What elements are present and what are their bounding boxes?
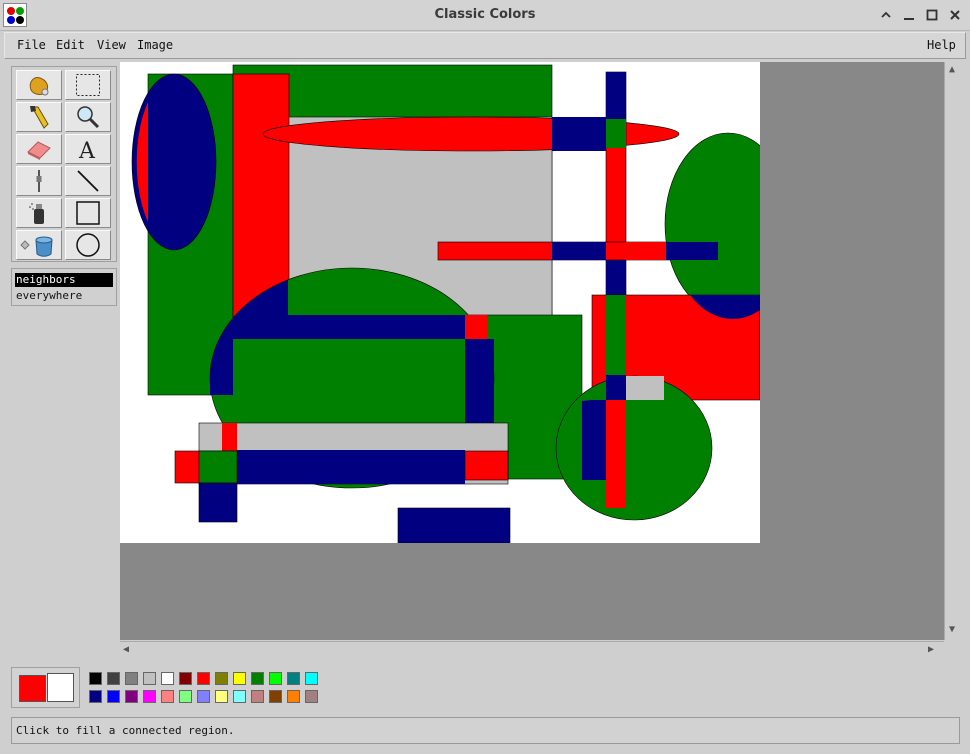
tool-box: A	[11, 66, 117, 262]
menu-file[interactable]: File	[17, 38, 46, 52]
palette-color-swatch[interactable]	[305, 690, 318, 703]
line-tool[interactable]	[65, 166, 111, 196]
svg-text:A: A	[78, 139, 96, 162]
select-rectangle-tool[interactable]	[65, 70, 111, 100]
vertical-scrollbar[interactable]: ▲ ▼	[944, 62, 962, 640]
status-bar: Click to fill a connected region.	[11, 717, 960, 744]
palette-color-swatch[interactable]	[233, 690, 246, 703]
palette-color-swatch[interactable]	[287, 690, 300, 703]
fill-bucket-tool[interactable]	[16, 230, 62, 260]
palette-color-swatch[interactable]	[179, 690, 192, 703]
menu-image[interactable]: Image	[137, 38, 173, 52]
palette-color-swatch[interactable]	[125, 690, 138, 703]
pencil-icon	[36, 170, 42, 192]
paint-window: Classic Colors File Edit View Image Help	[0, 0, 970, 754]
ellipse-tool[interactable]	[65, 230, 111, 260]
eraser-icon	[27, 141, 51, 160]
current-colors	[11, 667, 80, 708]
palette-color-swatch[interactable]	[107, 672, 120, 685]
menu-edit[interactable]: Edit	[56, 38, 85, 52]
shade-button[interactable]	[877, 6, 895, 24]
status-text: Click to fill a connected region.	[16, 724, 235, 737]
drawing-artwork	[131, 64, 792, 544]
drawing-canvas[interactable]	[120, 62, 792, 544]
palette-color-swatch[interactable]	[269, 690, 282, 703]
scroll-up-icon[interactable]: ▲	[949, 64, 955, 76]
minimize-button[interactable]	[900, 6, 918, 24]
palette-color-swatch[interactable]	[251, 690, 264, 703]
menu-bar: File Edit View Image Help	[4, 32, 966, 59]
palette-color-swatch[interactable]	[287, 672, 300, 685]
palette-color-swatch[interactable]	[143, 690, 156, 703]
palette-color-swatch[interactable]	[143, 672, 156, 685]
free-form-select-icon	[29, 77, 49, 96]
fill-mode-everywhere[interactable]: everywhere	[15, 289, 113, 303]
pencil-tool[interactable]	[16, 166, 62, 196]
palette-color-swatch[interactable]	[179, 672, 192, 685]
text-icon: A	[78, 139, 96, 162]
palette-color-swatch[interactable]	[269, 672, 282, 685]
ellipse-icon	[76, 233, 100, 257]
eyedropper-icon	[30, 106, 49, 129]
horizontal-scrollbar[interactable]: ◀ ▶	[120, 641, 944, 659]
scroll-left-icon[interactable]: ◀	[123, 644, 129, 656]
airbrush-icon	[29, 203, 44, 224]
palette-color-swatch[interactable]	[107, 690, 120, 703]
palette-color-swatch[interactable]	[251, 672, 264, 685]
canvas-viewport	[120, 62, 944, 640]
palette-color-swatch[interactable]	[125, 672, 138, 685]
window-title: Classic Colors	[434, 7, 536, 22]
fill-mode-neighbors[interactable]: neighbors	[15, 273, 113, 287]
palette-color-swatch[interactable]	[197, 690, 210, 703]
free-form-select-tool[interactable]	[16, 70, 62, 100]
pick-color-tool[interactable]	[16, 102, 62, 132]
palette-color-swatch[interactable]	[161, 672, 174, 685]
palette-color-swatch[interactable]	[89, 690, 102, 703]
menu-help[interactable]: Help	[927, 38, 956, 52]
airbrush-tool[interactable]	[16, 198, 62, 228]
text-tool[interactable]: A	[65, 134, 111, 164]
palette-color-swatch[interactable]	[215, 672, 228, 685]
magnifier-icon	[77, 106, 100, 129]
palette-color-swatch[interactable]	[215, 690, 228, 703]
palette-color-swatch[interactable]	[89, 672, 102, 685]
palette-color-swatch[interactable]	[161, 690, 174, 703]
palette-color-swatch[interactable]	[305, 672, 318, 685]
eraser-tool[interactable]	[16, 134, 62, 164]
line-icon	[77, 170, 99, 192]
maximize-icon	[926, 9, 938, 21]
scroll-down-icon[interactable]: ▼	[949, 624, 955, 636]
palette-color-swatch[interactable]	[233, 672, 246, 685]
magnifier-tool[interactable]	[65, 102, 111, 132]
close-icon	[950, 10, 960, 20]
close-button[interactable]	[946, 6, 964, 24]
palette-color-swatch[interactable]	[197, 672, 210, 685]
background-color-swatch[interactable]	[47, 673, 74, 702]
menu-view[interactable]: View	[97, 38, 126, 52]
title-bar[interactable]: Classic Colors	[0, 0, 970, 31]
select-rectangle-icon	[76, 74, 100, 96]
scroll-right-icon[interactable]: ▶	[928, 644, 934, 656]
rectangle-icon	[76, 201, 100, 225]
fill-mode-options: neighbors everywhere	[11, 268, 117, 306]
minimize-icon	[904, 18, 914, 20]
foreground-color-swatch[interactable]	[19, 675, 46, 702]
rectangle-tool[interactable]	[65, 198, 111, 228]
chevron-up-icon	[881, 11, 891, 18]
maximize-button[interactable]	[923, 6, 941, 24]
fill-bucket-icon	[20, 236, 53, 257]
